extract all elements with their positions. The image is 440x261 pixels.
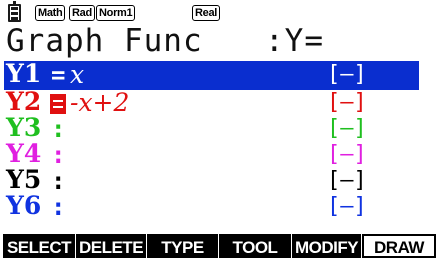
graph-function-screen: Math Rad Norm1 Real Graph Func :Y= Y1 = x [—…	[0, 0, 440, 261]
f5-modify-button[interactable]: MODIFY	[292, 234, 361, 258]
function-row-y2[interactable]: Y2 -x+2 [—]	[0, 87, 440, 118]
screen-header: Graph Func :Y=	[6, 23, 323, 59]
f6-draw-button[interactable]: DRAW	[362, 234, 436, 258]
function-expression[interactable]: -x+2	[70, 88, 129, 118]
function-row-y3[interactable]: Y3: [—]	[0, 113, 440, 144]
function-row-y5[interactable]: Y5: [—]	[0, 165, 440, 196]
function-row-y4[interactable]: Y4: [—]	[0, 139, 440, 170]
function-row-y6[interactable]: Y6: [—]	[0, 191, 440, 222]
complex-mode-badge: Real	[192, 5, 221, 21]
line-style-indicator[interactable]: [—]	[327, 192, 367, 222]
function-name: Y6	[6, 191, 42, 220]
line-style-indicator[interactable]: [—]	[327, 60, 367, 90]
function-key-bar: SELECT DELETE TYPE TOOL MODIFY DRAW	[3, 234, 437, 258]
function-row-y1[interactable]: Y1 = x [—]	[4, 59, 419, 90]
f3-type-button[interactable]: TYPE	[147, 234, 218, 258]
function-separator: :	[51, 193, 66, 221]
function-name: Y1	[6, 59, 42, 88]
f1-select-button[interactable]: SELECT	[3, 234, 75, 258]
function-separator: =	[51, 61, 66, 89]
battery-icon	[8, 1, 21, 22]
screen-title: Graph Func	[6, 23, 203, 59]
equals-cursor-icon	[50, 94, 66, 114]
math-mode-badge: Math	[35, 5, 66, 21]
screen-mode-label: :Y=	[265, 23, 324, 59]
f2-delete-button[interactable]: DELETE	[76, 234, 146, 258]
display-mode-badge: Norm1	[96, 5, 136, 21]
angle-mode-badge: Rad	[69, 5, 95, 21]
f4-tool-button[interactable]: TOOL	[219, 234, 291, 258]
status-bar: Math Rad Norm1 Real	[6, 1, 436, 25]
function-expression[interactable]: x	[70, 60, 84, 90]
